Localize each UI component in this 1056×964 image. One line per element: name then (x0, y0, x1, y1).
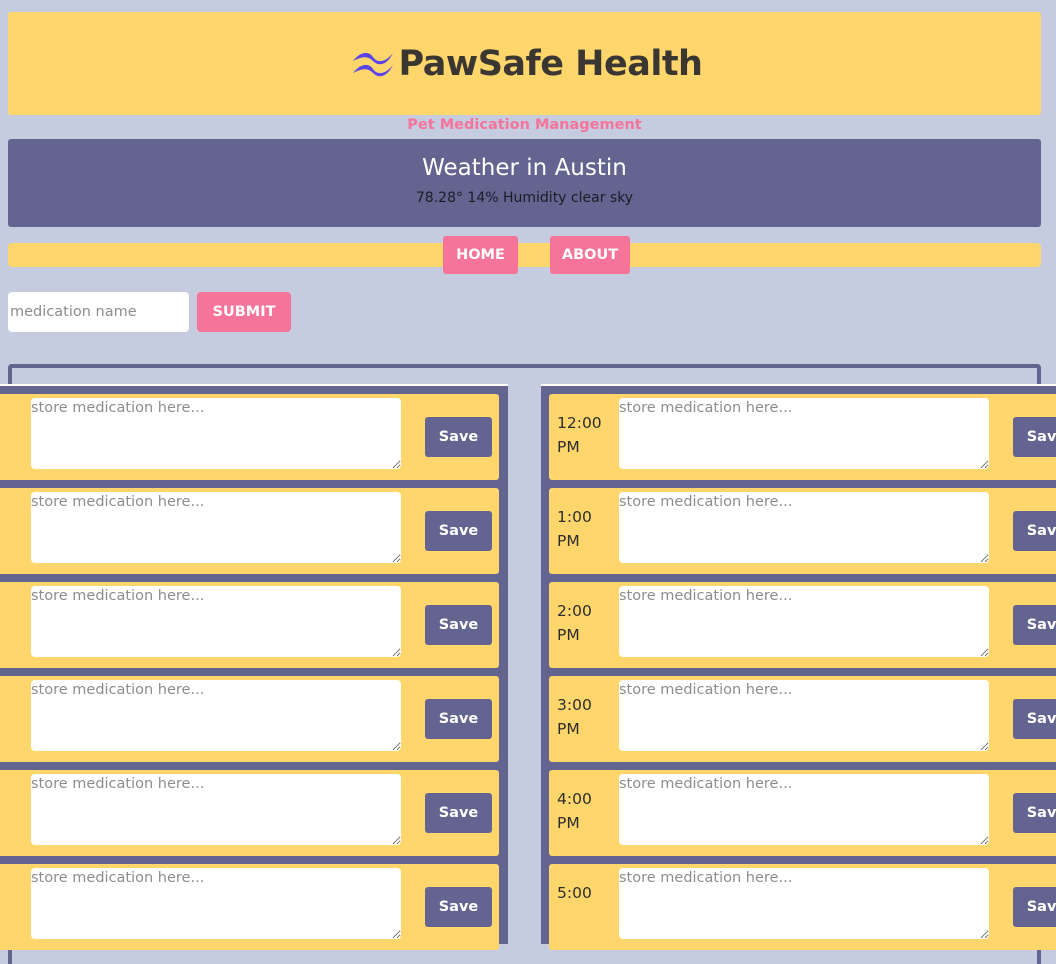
save-button[interactable]: Save (425, 511, 492, 551)
medication-note-input[interactable] (31, 774, 401, 845)
schedule-row: 0 Save (0, 394, 499, 480)
medication-note-input[interactable] (31, 398, 401, 469)
medication-note-input[interactable] (31, 868, 401, 939)
schedule-column-right: 12:00 PM Save 1:00 PM Save 2:00 PM Save … (541, 384, 1056, 950)
time-label: 12:00 PM (557, 414, 602, 456)
logo[interactable]: PawSafe Health (351, 44, 703, 84)
save-button[interactable]: Save (1013, 417, 1056, 457)
schedule-row: 9 Save (0, 864, 499, 950)
time-label: 3:00 PM (557, 696, 592, 738)
page-subtitle: Pet Medication Management (407, 117, 642, 133)
schedule-row: Save (0, 676, 499, 762)
wave-logo-icon (351, 49, 395, 79)
save-button[interactable]: Save (1013, 699, 1056, 739)
schedule-row: Save (0, 582, 499, 668)
schedule-row: 5:00 Save (549, 864, 1056, 950)
save-button[interactable]: Save (1013, 511, 1056, 551)
medication-note-input[interactable] (31, 492, 401, 563)
nav-about-button[interactable]: ABOUT (550, 236, 630, 274)
medication-note-input[interactable] (619, 774, 989, 845)
medication-note-input[interactable] (31, 680, 401, 751)
schedule-row: Save (0, 488, 499, 574)
brand-title: PawSafe Health (398, 43, 703, 84)
schedule-row: 1:00 PM Save (549, 488, 1056, 574)
medication-note-input[interactable] (619, 492, 989, 563)
save-button[interactable]: Save (425, 417, 492, 457)
save-button[interactable]: Save (1013, 605, 1056, 645)
medication-note-input[interactable] (619, 398, 989, 469)
weather-panel: Weather in Austin 78.28° 14% Humidity cl… (8, 139, 1041, 227)
schedule-row: 3:00 PM Save (549, 676, 1056, 762)
medication-note-input[interactable] (31, 586, 401, 657)
save-button[interactable]: Save (425, 887, 492, 927)
medication-note-input[interactable] (619, 680, 989, 751)
time-label: 5:00 (557, 884, 592, 902)
save-button[interactable]: Save (1013, 887, 1056, 927)
submit-button[interactable]: SUBMIT (197, 292, 291, 332)
schedule-column-left: 0 Save Save Save Save 0 Save 9 Save (0, 384, 508, 950)
schedule-row: 2:00 PM Save (549, 582, 1056, 668)
schedule-row: 4:00 PM Save (549, 770, 1056, 856)
weather-title: Weather in Austin (422, 155, 627, 181)
medication-name-input[interactable] (8, 292, 189, 332)
schedule-row: 12:00 PM Save (549, 394, 1056, 480)
time-label: 2:00 PM (557, 602, 592, 644)
save-button[interactable]: Save (425, 605, 492, 645)
nav-home-button[interactable]: HOME (443, 236, 518, 274)
weather-details: 78.28° 14% Humidity clear sky (415, 190, 634, 206)
medication-note-input[interactable] (619, 868, 989, 939)
schedule-row: 0 Save (0, 770, 499, 856)
save-button[interactable]: Save (1013, 793, 1056, 833)
save-button[interactable]: Save (425, 793, 492, 833)
site-header: PawSafe Health (8, 12, 1041, 115)
time-label: 4:00 PM (557, 790, 592, 832)
medication-note-input[interactable] (619, 586, 989, 657)
nav-bar (8, 243, 1041, 267)
save-button[interactable]: Save (425, 699, 492, 739)
time-label: 1:00 PM (557, 508, 592, 550)
